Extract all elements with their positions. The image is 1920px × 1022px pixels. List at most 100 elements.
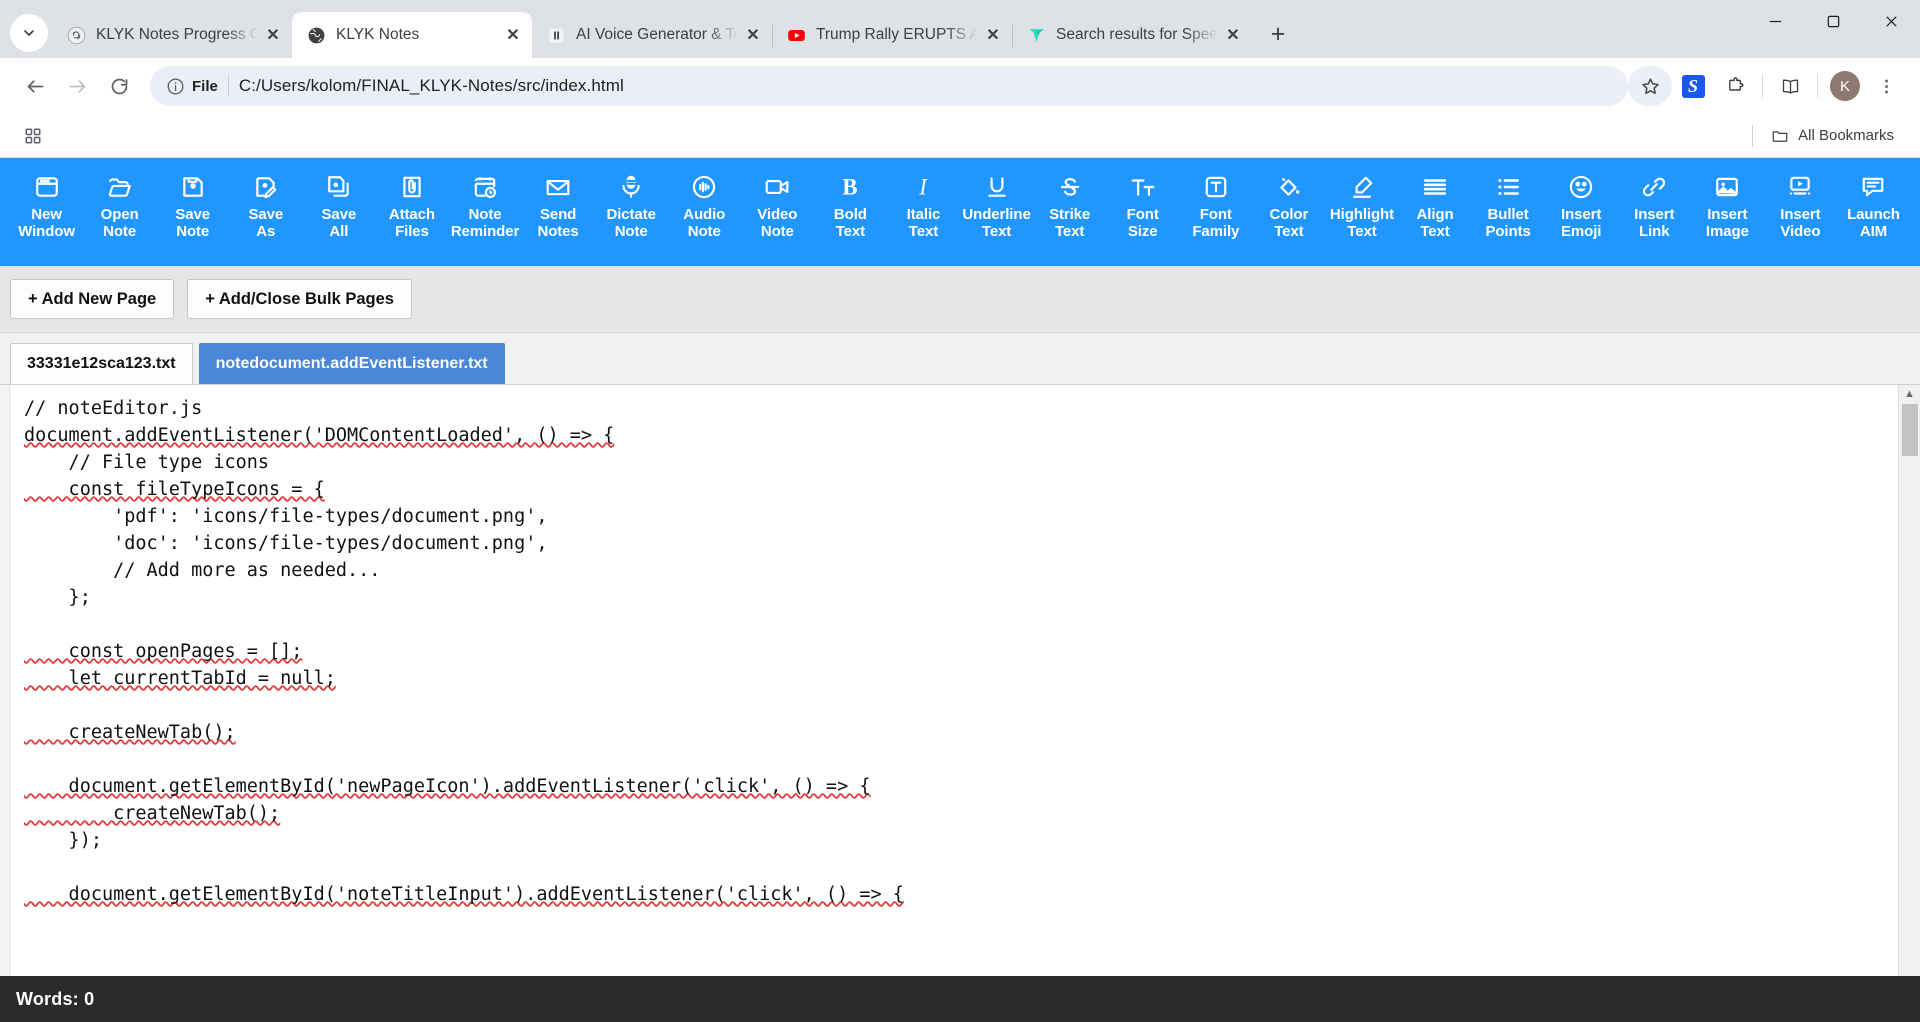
font-size-icon <box>1130 172 1156 202</box>
file-badge-label: File <box>192 77 218 95</box>
folder-icon <box>1772 130 1788 142</box>
dictate-note-button[interactable]: Dictate Note <box>595 166 668 241</box>
new-window-button[interactable]: New Window <box>10 166 83 241</box>
all-bookmarks-button[interactable]: All Bookmarks <box>1763 123 1902 149</box>
reading-list-button[interactable] <box>1769 65 1811 107</box>
puzzle-icon <box>1728 76 1743 91</box>
font-family-icon <box>1203 172 1229 202</box>
code-line: const openPages = []; <box>24 640 303 662</box>
button-label: Align Text <box>1416 206 1454 240</box>
button-label: Highlight Text <box>1329 206 1394 240</box>
button-label: Insert Video <box>1780 206 1821 240</box>
apps-grid-icon <box>25 128 41 143</box>
italic-text-button[interactable]: I Italic Text <box>887 166 960 241</box>
chrome-menu-button[interactable] <box>1866 65 1906 107</box>
chevron-down-icon <box>24 30 34 36</box>
send-notes-button[interactable]: Send Notes <box>522 166 595 241</box>
editor-scrollbar[interactable]: ▲ <box>1898 384 1920 976</box>
align-text-button[interactable]: Align Text <box>1398 166 1471 241</box>
minimize-icon <box>1769 20 1781 22</box>
browser-tab-2[interactable]: KLYK Notes ✕ <box>292 12 532 58</box>
tab-title: AI Voice Generator & Text to <box>576 26 738 43</box>
tab-close-button[interactable]: ✕ <box>980 22 1006 48</box>
insert-emoji-button[interactable]: Insert Emoji <box>1545 166 1618 241</box>
editor-content[interactable]: // noteEditor.js document.addEventListen… <box>24 395 1898 908</box>
insert-link-button[interactable]: Insert Link <box>1618 166 1691 241</box>
bookmarks-divider <box>1752 124 1754 147</box>
strike-text-button[interactable]: Strike Text <box>1033 166 1106 241</box>
button-label: Font Size <box>1126 206 1159 240</box>
address-bar[interactable]: File C:/Users/kolom/FINAL_KLYK-Notes/src… <box>150 66 1628 106</box>
bullet-points-button[interactable]: Bullet Points <box>1472 166 1545 241</box>
button-label: Video Note <box>757 206 798 240</box>
tab-close-button[interactable]: ✕ <box>260 22 286 48</box>
new-tab-button[interactable]: + <box>1260 16 1296 52</box>
bold-text-button[interactable]: B Bold Text <box>814 166 887 241</box>
bookmark-star-button[interactable] <box>1628 66 1672 106</box>
code-line: // noteEditor.js <box>24 397 203 419</box>
attach-files-button[interactable]: Attach Files <box>375 166 448 241</box>
code-line: // Add more as needed... <box>24 559 381 581</box>
scrollbar-thumb[interactable] <box>1901 403 1918 456</box>
attach-files-icon <box>399 172 425 202</box>
apps-shortcut-button[interactable] <box>16 119 50 153</box>
close-button[interactable] <box>1862 0 1920 42</box>
insert-image-button[interactable]: Insert Image <box>1691 166 1764 241</box>
scroll-up-arrow-icon[interactable]: ▲ <box>1904 388 1915 400</box>
save-as-button[interactable]: Save As <box>229 166 302 241</box>
extensions-button[interactable] <box>1714 65 1756 107</box>
tab-title: Search results for Speech - F <box>1056 26 1218 43</box>
tab-close-button[interactable]: ✕ <box>740 22 766 48</box>
audio-note-button[interactable]: Audio Note <box>668 166 741 241</box>
file-tab-1[interactable]: 33331e12sca123.txt <box>10 343 193 384</box>
profile-button[interactable]: K <box>1824 65 1866 107</box>
browser-window: KLYK Notes Progress Overvie ✕ KLYK Notes… <box>0 0 1920 1022</box>
bold-icon: B <box>837 172 863 202</box>
file-scheme-badge: File <box>154 77 228 96</box>
color-text-button[interactable]: Color Text <box>1252 166 1325 241</box>
omnibox-divider <box>227 75 229 97</box>
browser-tab-5[interactable]: Search results for Speech - F ✕ <box>1012 12 1252 58</box>
tab-close-button[interactable]: ✕ <box>500 22 526 48</box>
browser-tab-1[interactable]: KLYK Notes Progress Overvie ✕ <box>52 12 293 58</box>
grammarly-extension-button[interactable]: S <box>1672 65 1714 107</box>
back-button[interactable] <box>14 65 56 107</box>
save-note-button[interactable]: Save Note <box>156 166 229 241</box>
code-line: const fileTypeIcons = { <box>24 478 325 500</box>
underline-text-button[interactable]: Underline Text <box>960 166 1033 241</box>
note-reminder-button[interactable]: Note Reminder <box>448 166 521 241</box>
video-note-button[interactable]: Video Note <box>741 166 814 241</box>
file-tab-2[interactable]: notedocument.addEventListener.txt <box>198 343 505 384</box>
maximize-button[interactable] <box>1804 0 1862 42</box>
insert-video-button[interactable]: Insert Video <box>1764 166 1837 241</box>
tab-strip: KLYK Notes Progress Overvie ✕ KLYK Notes… <box>0 0 1920 58</box>
forward-button[interactable] <box>56 65 98 107</box>
navigation-toolbar: File C:/Users/kolom/FINAL_KLYK-Notes/src… <box>0 58 1920 114</box>
tab-close-button[interactable]: ✕ <box>1220 22 1246 48</box>
button-label: Italic Text <box>906 206 941 240</box>
font-size-button[interactable]: Font Size <box>1106 166 1179 241</box>
button-label: Note Reminder <box>450 206 520 240</box>
openai-icon <box>66 25 86 45</box>
image-icon <box>1714 172 1740 202</box>
kebab-menu-icon <box>1884 79 1888 93</box>
add-close-bulk-pages-button[interactable]: + Add/Close Bulk Pages <box>187 279 412 320</box>
open-note-button[interactable]: Open Note <box>83 166 156 241</box>
launch-aim-button[interactable]: Launch AIM <box>1837 166 1910 241</box>
minimize-button[interactable] <box>1746 0 1804 42</box>
browser-tab-4[interactable]: Trump Rally ERUPTS As Trum ✕ <box>772 12 1013 58</box>
save-all-button[interactable]: Save All <box>302 166 375 241</box>
browser-tab-3[interactable]: AI Voice Generator & Text to ✕ <box>532 12 773 58</box>
tab-search-button[interactable] <box>10 14 48 52</box>
add-new-page-button[interactable]: + Add New Page <box>10 279 175 320</box>
reload-button[interactable] <box>98 65 140 107</box>
font-family-button[interactable]: Font Family <box>1179 166 1252 241</box>
button-label: Launch AIM <box>1847 206 1900 240</box>
code-editor[interactable]: // noteEditor.js document.addEventListen… <box>10 384 1898 976</box>
button-label: Bold Text <box>833 206 867 240</box>
highlight-text-button[interactable]: Highlight Text <box>1325 166 1398 241</box>
emoji-smile-icon <box>1568 172 1594 202</box>
highlighter-icon <box>1349 172 1375 202</box>
bookmarks-bar: All Bookmarks <box>0 114 1920 158</box>
button-label: Open Note <box>100 206 139 240</box>
